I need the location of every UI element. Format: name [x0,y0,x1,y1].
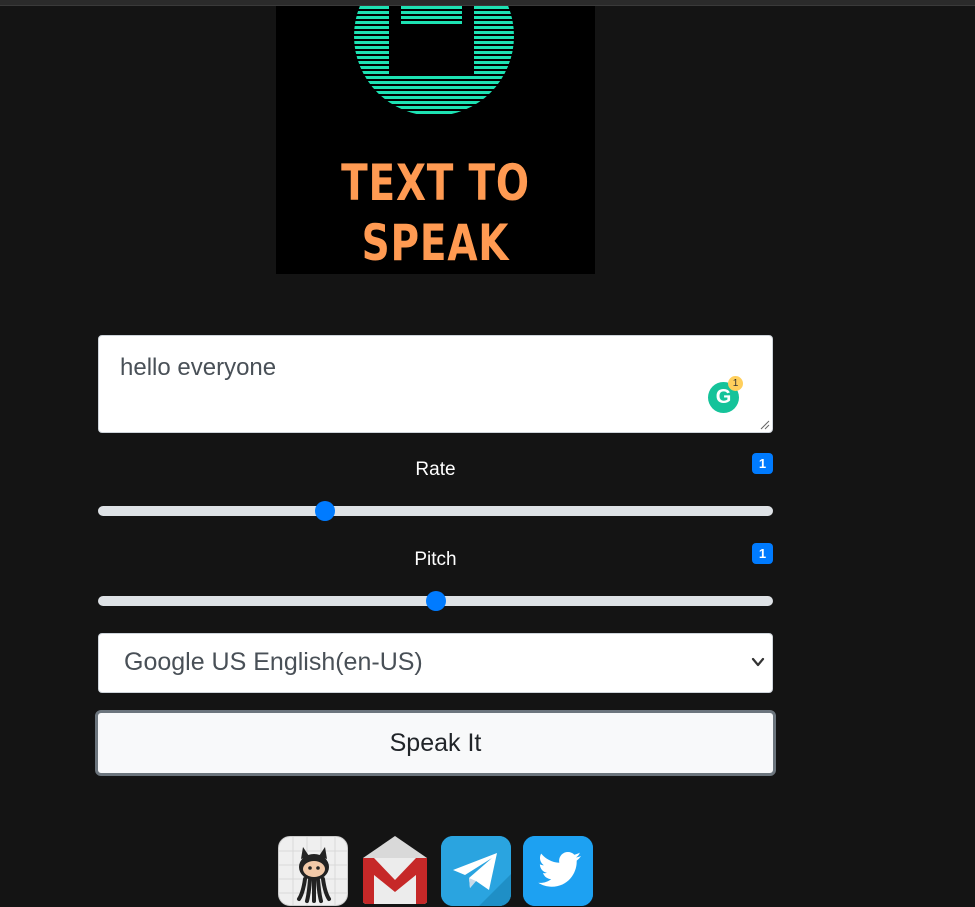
rate-slider-thumb[interactable] [314,501,335,521]
logo-title-line2: SPEAK [361,214,510,272]
resize-handle-icon[interactable] [760,420,770,430]
app-page: TEXT TO SPEAK hello everyone G 1 Rate 1 … [0,0,975,907]
logo-title-line1: TEXT TO [341,154,530,212]
twitter-link[interactable] [523,836,593,906]
gmail-link[interactable] [360,836,430,906]
rate-value-badge: 1 [752,453,773,474]
telegram-link[interactable] [441,836,511,906]
text-input[interactable]: hello everyone G 1 [98,335,773,433]
pitch-slider[interactable] [98,591,773,611]
voice-select-value[interactable]: Google US English(en-US) [124,648,423,677]
github-icon [279,837,347,905]
grammarly-count-badge: 1 [728,376,743,391]
rate-slider[interactable] [98,501,773,521]
pitch-slider-thumb[interactable] [425,591,446,611]
telegram-icon [441,836,511,906]
rate-label: Rate [415,459,456,480]
voice-select[interactable]: Google US English(en-US) [98,633,773,693]
pitch-value-badge: 1 [752,543,773,564]
twitter-icon [523,836,593,906]
text-input-value[interactable]: hello everyone [120,354,276,382]
gmail-icon [363,836,427,904]
github-link[interactable] [278,836,348,906]
chevron-down-icon[interactable] [750,654,766,670]
headphones-icon [354,6,514,114]
pitch-label: Pitch [414,549,457,570]
text-to-speak-logo: TEXT TO SPEAK [276,6,595,274]
speak-button[interactable]: Speak It [95,710,776,776]
